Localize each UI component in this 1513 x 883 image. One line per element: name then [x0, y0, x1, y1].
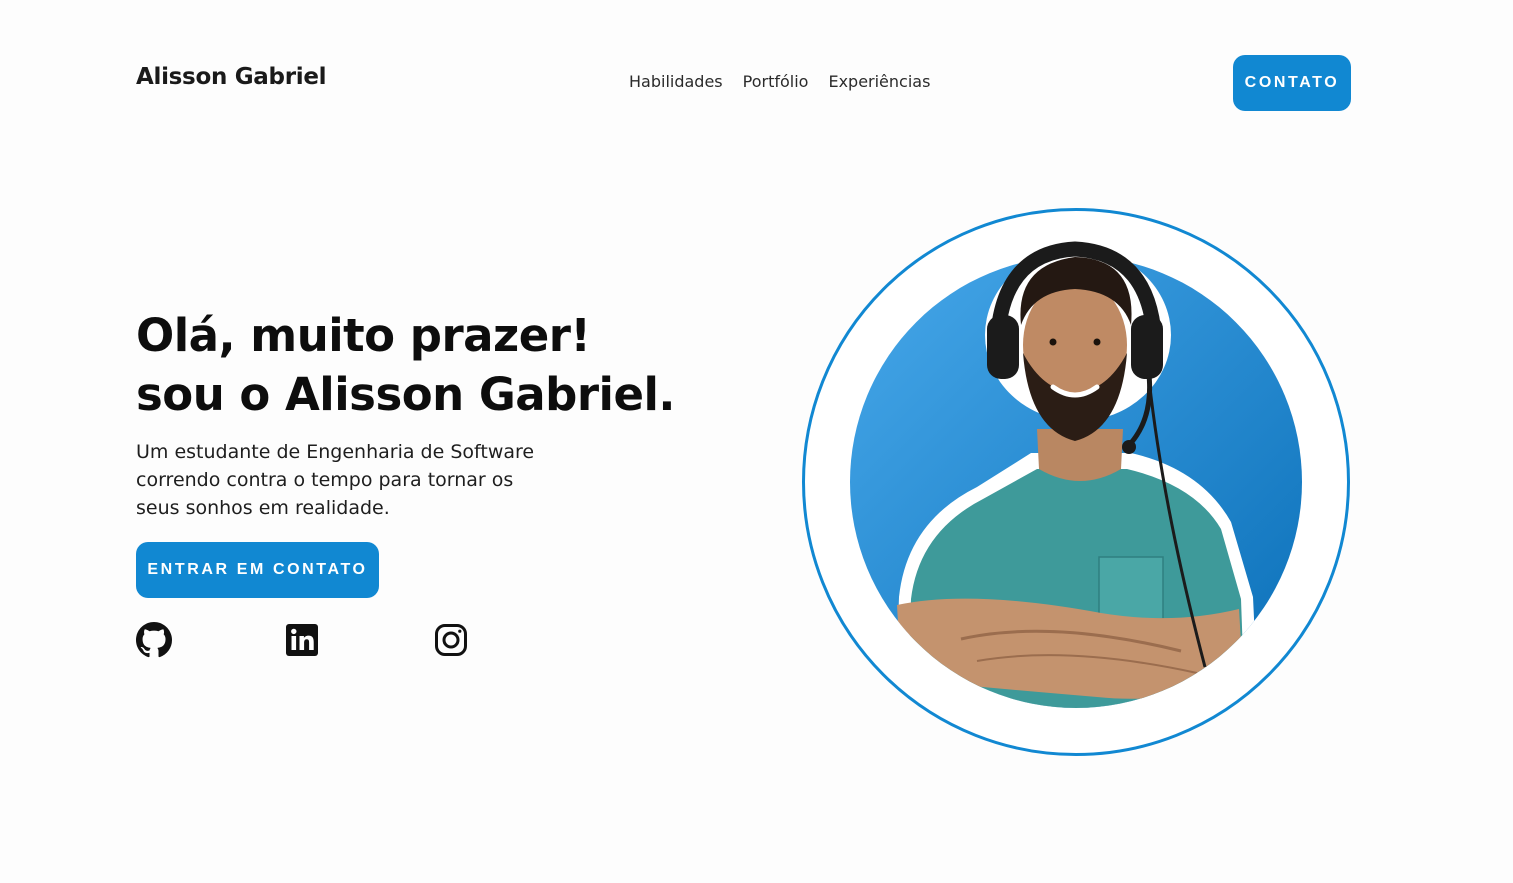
page: Alisson Gabriel Habilidades Portfólio Ex… [0, 0, 1513, 883]
brand-logo[interactable]: Alisson Gabriel [136, 64, 327, 90]
hero-title-line-2: sou o Alisson Gabriel. [136, 368, 676, 421]
hero-title-line-1: Olá, muito prazer! [136, 309, 591, 362]
contact-button[interactable]: CONTATO [1233, 55, 1351, 111]
instagram-icon[interactable] [433, 622, 469, 658]
hero-description: Um estudante de Engenharia de Software c… [136, 441, 535, 519]
nav-item-portfolio[interactable]: Portfólio [743, 72, 809, 91]
github-icon[interactable] [136, 622, 172, 658]
hero-title: Olá, muito prazer! sou o Alisson Gabriel… [136, 306, 676, 424]
linkedin-icon[interactable] [284, 622, 320, 658]
profile-portrait [801, 207, 1351, 757]
nav-item-habilidades[interactable]: Habilidades [629, 72, 723, 91]
nav-item-experiencias[interactable]: Experiências [828, 72, 930, 91]
social-links [136, 622, 476, 658]
main-nav: Habilidades Portfólio Experiências [629, 72, 930, 91]
get-in-touch-button[interactable]: ENTRAR EM CONTATO [136, 542, 379, 598]
